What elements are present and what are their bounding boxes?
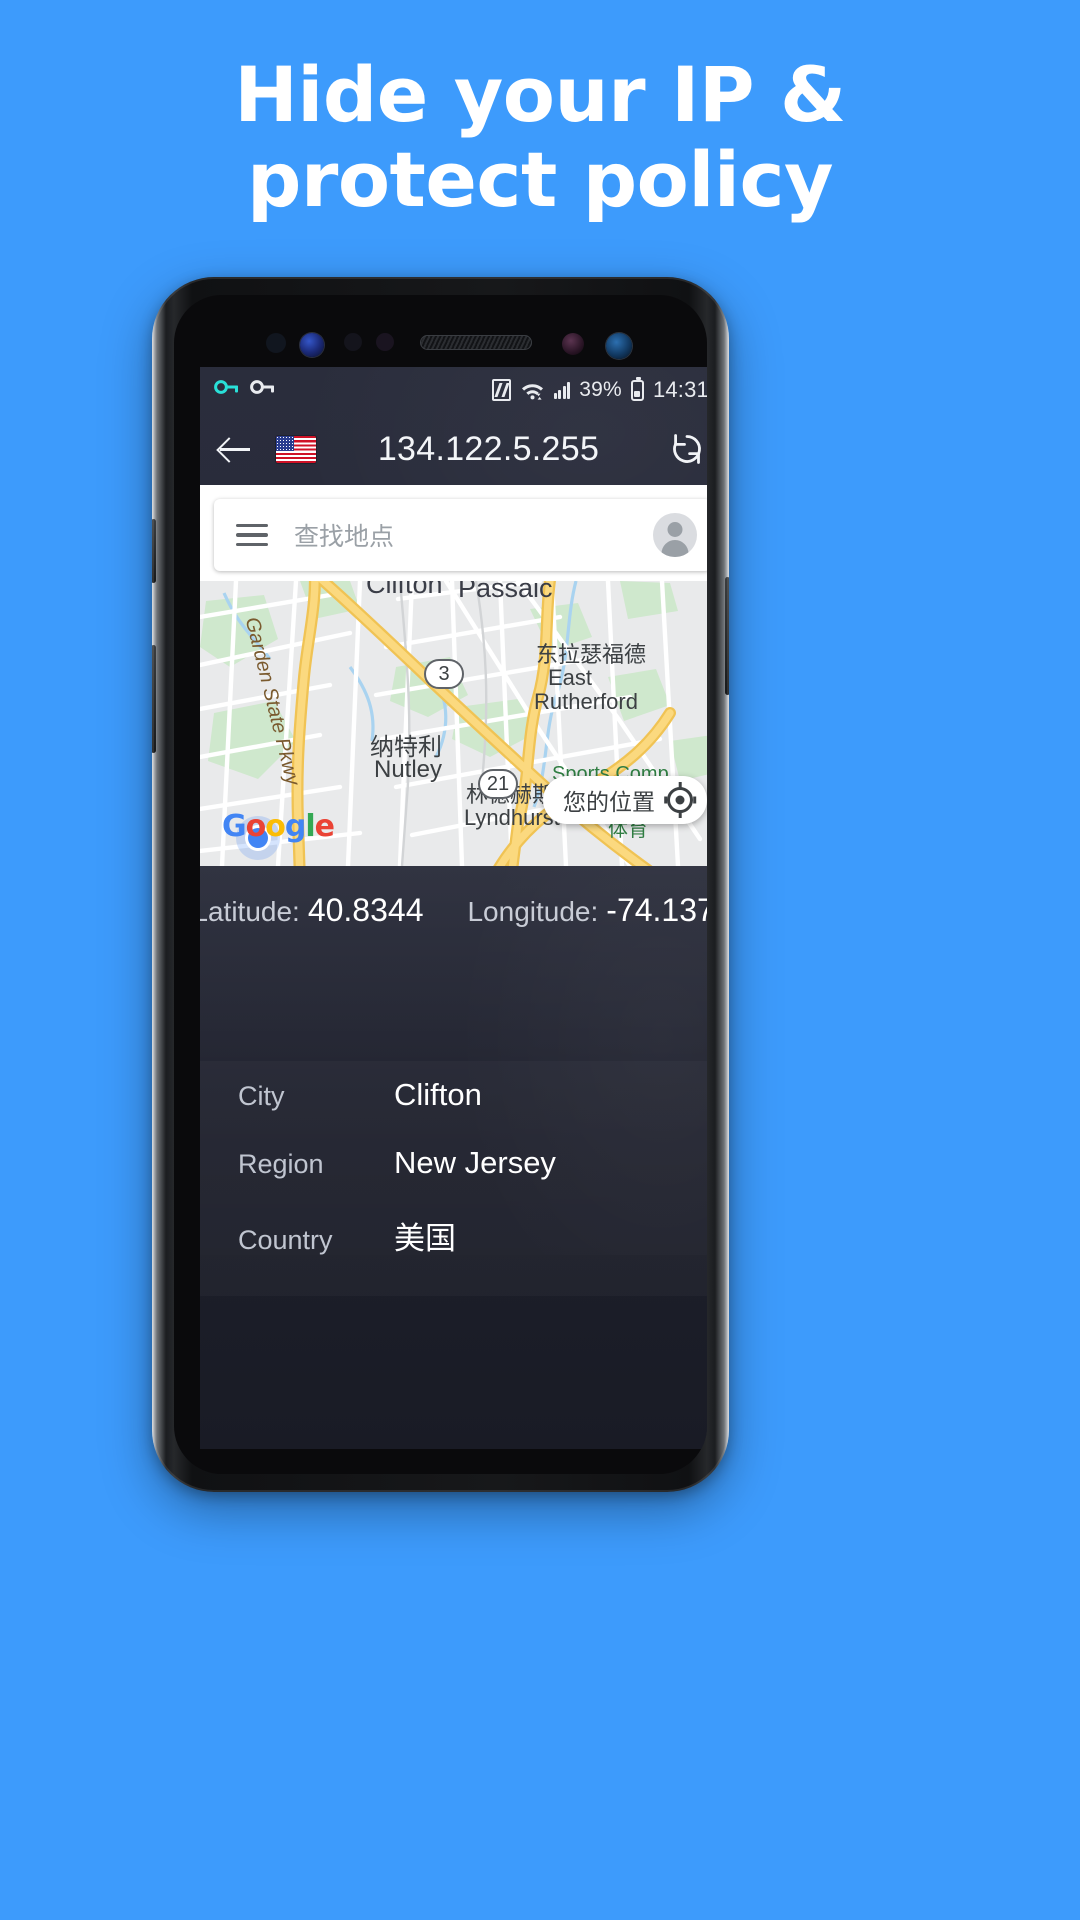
refresh-icon[interactable] xyxy=(667,429,707,469)
row-value-city: Clifton xyxy=(394,1077,482,1112)
sensor-aux-icon xyxy=(376,333,394,351)
signal-bars-icon xyxy=(553,381,571,399)
phone-screen-glass: 39% 14:31 134.122.5.255 查找地点 Clifton Pas… xyxy=(174,295,707,1474)
my-location-button[interactable]: 您的位置 xyxy=(543,776,707,824)
sensor-iris-icon xyxy=(300,333,324,357)
coordinates-row: Latitude: 40.8344 Longitude: -74.1377 xyxy=(200,866,707,929)
us-flag-icon xyxy=(276,435,316,463)
map-card: 查找地点 Clifton Passaic Garden State Pkwy 东… xyxy=(200,485,707,866)
account-avatar-icon[interactable] xyxy=(653,513,697,557)
wifi-icon xyxy=(520,380,545,400)
phone-button-power[interactable] xyxy=(725,577,729,695)
latitude-value: 40.8344 xyxy=(307,892,424,928)
sensor-light-icon xyxy=(344,333,362,351)
longitude-group: Longitude: -74.1377 xyxy=(467,892,707,929)
front-camera-icon xyxy=(606,333,632,359)
promo-headline-line2: protect policy xyxy=(246,135,834,225)
app-header-bar: 134.122.5.255 xyxy=(200,413,707,485)
row-value-region: New Jersey xyxy=(394,1145,556,1180)
latitude-label: Latitude: xyxy=(200,896,300,927)
table-row: Country 美国 xyxy=(200,1197,707,1274)
longitude-label: Longitude: xyxy=(467,896,599,927)
vpn-key-icon-secondary xyxy=(250,377,276,403)
table-row: Region New Jersey xyxy=(200,1129,707,1197)
status-bar-right: 39% 14:31 xyxy=(491,376,707,403)
route-shield-3: 3 xyxy=(424,659,464,689)
earpiece-speaker xyxy=(420,335,532,350)
back-arrow-icon[interactable] xyxy=(216,430,254,468)
row-value-country: 美国 xyxy=(394,1221,456,1256)
sensor-led-icon xyxy=(562,333,584,355)
map-label-rutherford: Rutherford xyxy=(534,689,638,714)
location-details-table: City Clifton Region New Jersey Country 美… xyxy=(200,1061,707,1296)
coordinates-panel: Latitude: 40.8344 Longitude: -74.1377 xyxy=(200,866,707,1061)
battery-percent-label: 39% xyxy=(579,378,622,401)
promo-headline-line1: Hide your IP & xyxy=(234,50,846,139)
vpn-key-icon xyxy=(214,377,240,403)
table-row: City Clifton xyxy=(200,1061,707,1129)
my-location-label: 您的位置 xyxy=(563,789,655,815)
route-shield-21: 21 xyxy=(478,769,518,799)
promo-headline: Hide your IP & protect policy xyxy=(0,52,1080,222)
map-search-bar[interactable]: 查找地点 xyxy=(214,499,707,571)
longitude-value: -74.1377 xyxy=(606,892,707,928)
map-label-east: East xyxy=(548,665,593,690)
row-key-region: Region xyxy=(238,1149,324,1179)
map-label-passaic: Passaic xyxy=(458,581,553,603)
row-key-country: Country xyxy=(238,1225,333,1255)
phone-button-bixby[interactable] xyxy=(152,519,156,583)
google-attribution-logo: Google xyxy=(222,809,335,844)
status-bar-left xyxy=(214,377,276,403)
phone-mockup: 39% 14:31 134.122.5.255 查找地点 Clifton Pas… xyxy=(152,277,729,1492)
my-location-icon xyxy=(667,787,693,813)
status-bar: 39% 14:31 xyxy=(200,367,707,413)
phone-button-volume[interactable] xyxy=(152,645,156,753)
app-screen: 39% 14:31 134.122.5.255 查找地点 Clifton Pas… xyxy=(200,367,707,1449)
google-map[interactable]: Clifton Passaic Garden State Pkwy 东拉瑟福德 … xyxy=(200,581,707,866)
status-bar-clock: 14:31 xyxy=(652,377,707,402)
row-key-city: City xyxy=(238,1081,285,1111)
map-label-nutley-en: Nutley xyxy=(374,756,443,783)
ip-address-label: 134.122.5.255 xyxy=(377,429,600,468)
map-label-clifton: Clifton xyxy=(366,581,443,599)
latitude-group: Latitude: 40.8344 xyxy=(200,892,423,929)
nfc-icon xyxy=(491,379,511,401)
sensor-proximity-icon xyxy=(266,333,286,353)
hamburger-menu-icon[interactable] xyxy=(236,524,268,546)
search-input[interactable]: 查找地点 xyxy=(294,517,394,553)
battery-icon xyxy=(630,376,644,401)
phone-sensor-array xyxy=(174,315,707,367)
